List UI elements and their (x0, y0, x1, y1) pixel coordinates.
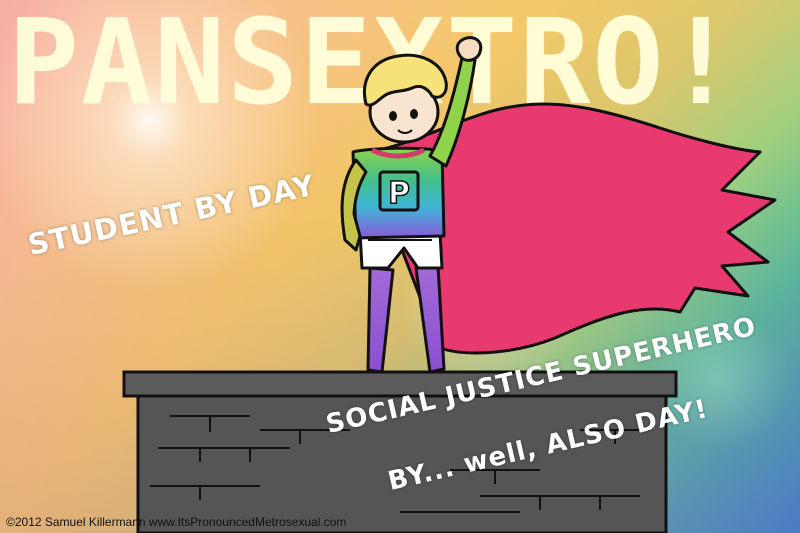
copyright-notice: ©2012 Samuel Killermann www.ItsPronounce… (6, 515, 347, 529)
chest-emblem-letter: P (388, 176, 410, 211)
left-leg (366, 266, 395, 374)
superhero-illustration: P (122, 36, 777, 533)
comic-panel: PANSEXTRO! P STUDENT BY DAY SOCIAL JUSTI… (0, 0, 800, 533)
right-leg (414, 264, 446, 374)
right-eye (410, 109, 418, 119)
left-eye (389, 111, 397, 121)
fist (455, 36, 483, 62)
